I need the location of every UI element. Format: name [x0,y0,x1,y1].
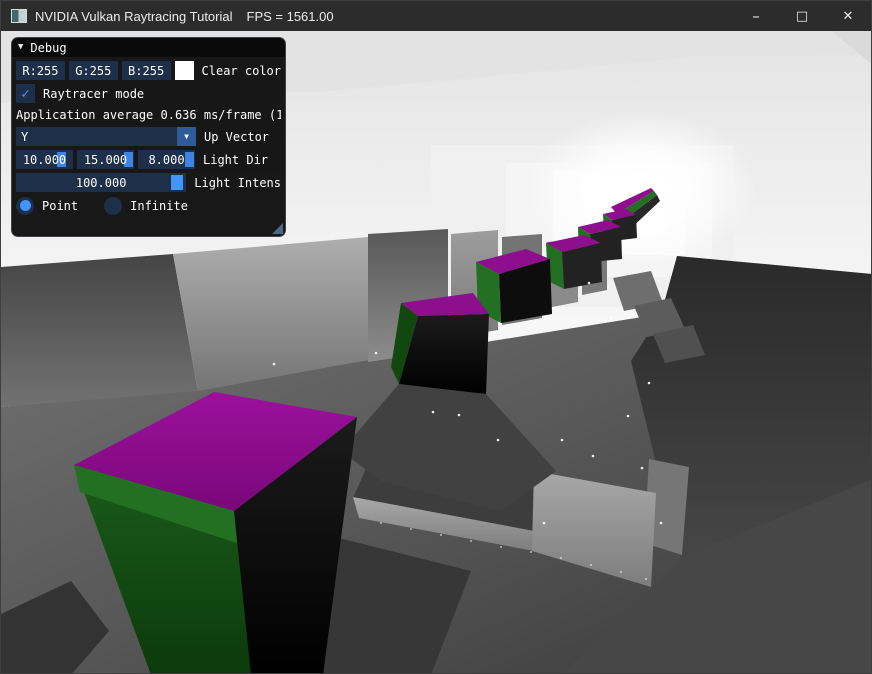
resize-grip[interactable] [272,223,283,234]
up-vector-row: Y ▼ Up Vector [16,127,281,146]
combo-arrow-button[interactable]: ▼ [177,127,196,146]
light-dir-y-value: 15.000 [84,153,127,167]
collapse-arrow-icon[interactable]: ▼ [18,43,23,52]
minimize-button[interactable]: – [733,1,779,31]
light-intensity-label: Light Intens [194,176,281,190]
raytracer-row: ✓ Raytracer mode [16,84,281,103]
clear-color-label: Clear color [202,64,281,78]
checkmark-icon: ✓ [21,87,29,101]
close-button[interactable]: ✕ [825,1,871,31]
up-vector-combo[interactable]: Y ▼ [16,127,196,146]
window-controls: – □ ✕ [733,1,871,31]
light-type-row: Point Infinite [16,196,281,215]
stats-text: Application average 0.636 ms/frame (15 [16,107,281,123]
clear-color-g-field[interactable]: G:255 [69,61,118,80]
raytracer-label[interactable]: Raytracer mode [43,87,144,101]
light-dir-x-value: 10.000 [23,153,66,167]
light-intensity-value: 100.000 [76,176,127,190]
slider-grab[interactable] [185,152,194,167]
maximize-button[interactable]: □ [779,1,825,31]
radio-point-label[interactable]: Point [42,199,78,213]
light-dir-row: 10.000 15.000 8.000 Light Dir [16,150,281,169]
clear-color-row: R:255 G:255 B:255 Clear color [16,61,281,80]
debug-panel-title: Debug [30,41,66,55]
debug-panel-body: R:255 G:255 B:255 Clear color ✓ Raytrace… [12,57,285,215]
radio-selected-dot [20,200,31,211]
light-dir-label: Light Dir [203,153,268,167]
clear-color-b-field[interactable]: B:255 [122,61,171,80]
clear-color-swatch[interactable] [175,61,194,80]
radio-infinite[interactable] [104,197,122,215]
chevron-down-icon: ▼ [184,133,189,141]
raytracer-checkbox[interactable]: ✓ [16,84,35,103]
app-icon [11,9,27,23]
light-dir-z-slider[interactable]: 8.000 [138,150,195,169]
up-vector-value: Y [16,130,177,144]
light-intensity-row: 100.000 Light Intens [16,173,281,192]
slider-grab[interactable] [171,175,183,190]
light-dir-z-value: 8.000 [148,153,184,167]
fps-counter: FPS = 1561.00 [247,9,334,24]
wall-left-dark [1,254,198,407]
up-vector-label: Up Vector [204,130,269,144]
light-dir-x-slider[interactable]: 10.000 [16,150,73,169]
clear-color-r-field[interactable]: R:255 [16,61,65,80]
light-dir-y-slider[interactable]: 15.000 [77,150,134,169]
light-intensity-slider[interactable]: 100.000 [16,173,186,192]
debug-panel: ▼ Debug R:255 G:255 B:255 Clear color ✓ … [11,37,286,237]
app-window: NVIDIA Vulkan Raytracing Tutorial FPS = … [0,0,872,674]
window-title: NVIDIA Vulkan Raytracing Tutorial [35,9,233,24]
titlebar[interactable]: NVIDIA Vulkan Raytracing Tutorial FPS = … [1,1,871,31]
radio-infinite-label[interactable]: Infinite [130,199,188,213]
debug-panel-header[interactable]: ▼ Debug [12,38,285,57]
radio-point[interactable] [16,197,34,215]
